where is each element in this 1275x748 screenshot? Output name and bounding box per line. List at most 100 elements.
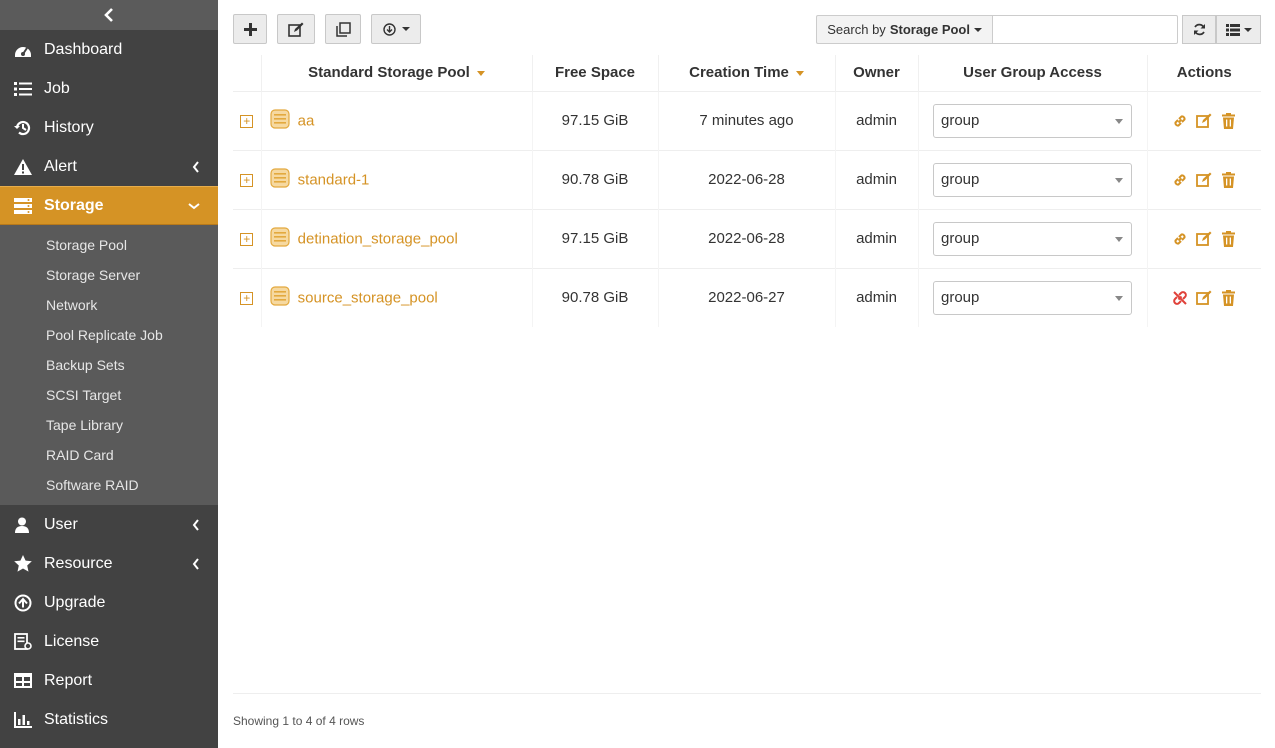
pool-name-cell: aa — [260, 91, 532, 150]
chevron-left-icon — [192, 518, 200, 531]
pool-name-link[interactable]: detination_storage_pool — [298, 230, 458, 247]
plus-icon — [243, 22, 257, 36]
sidebar-item-alert[interactable]: Alert — [0, 147, 218, 186]
submenu-item-backup-sets[interactable]: Backup Sets — [0, 350, 218, 380]
expand-cell: + — [233, 268, 261, 327]
owner-cell: admin — [834, 268, 918, 327]
pool-name-link[interactable]: standard-1 — [298, 171, 370, 188]
sidebar-item-user[interactable]: User — [0, 505, 218, 544]
edit-icon[interactable] — [1195, 289, 1213, 307]
header-expand — [233, 55, 261, 91]
sort-caret-icon — [795, 70, 804, 76]
search-input[interactable] — [992, 15, 1178, 44]
creation-time-cell: 2022-06-28 — [657, 150, 835, 209]
sidebar-item-dashboard[interactable]: Dashboard — [0, 30, 218, 69]
sidebar-item-label: Resource — [44, 554, 113, 572]
group-access-select[interactable]: group — [933, 103, 1132, 138]
trash-icon[interactable] — [1219, 171, 1237, 189]
sidebar-item-statistics[interactable]: Statistics — [0, 700, 218, 739]
header-owner[interactable]: Owner — [834, 55, 918, 91]
submenu-item-scsi-target[interactable]: SCSI Target — [0, 380, 218, 410]
header-label: Standard Storage Pool — [308, 64, 470, 82]
header-user-group-access[interactable]: User Group Access — [917, 55, 1147, 91]
header-creation-time[interactable]: Creation Time — [657, 55, 835, 91]
unlink-icon[interactable] — [1171, 289, 1189, 307]
group-access-select[interactable]: group — [933, 221, 1132, 256]
refresh-button[interactable] — [1182, 15, 1216, 44]
search-by-dropdown[interactable]: Search by Storage Pool — [816, 15, 992, 44]
dashboard-icon — [14, 42, 44, 58]
submenu-item-pool-replicate-job[interactable]: Pool Replicate Job — [0, 320, 218, 350]
sidebar-item-label: Upgrade — [44, 593, 106, 611]
header-label: Creation Time — [689, 64, 789, 82]
pool-name-link[interactable]: source_storage_pool — [298, 289, 438, 306]
sidebar-item-history[interactable]: History — [0, 108, 218, 147]
copy-button[interactable] — [325, 14, 361, 44]
sidebar-item-upgrade[interactable]: Upgrade — [0, 583, 218, 622]
star-icon — [14, 555, 44, 572]
sidebar-item-label: Storage — [44, 196, 104, 214]
sidebar-item-storage[interactable]: Storage — [0, 186, 218, 225]
alert-icon — [14, 158, 44, 175]
sidebar-item-job[interactable]: Job — [0, 69, 218, 108]
trash-icon[interactable] — [1219, 230, 1237, 248]
group-access-select[interactable]: group — [933, 280, 1132, 315]
download-circle-icon — [382, 22, 396, 36]
caret-down-icon — [401, 27, 410, 31]
search-by-prefix: Search by — [827, 22, 886, 37]
expand-row-icon[interactable]: + — [240, 114, 254, 128]
edit-icon[interactable] — [1195, 230, 1213, 248]
table-row: + source_storage_pool 90.78 GiB 2022-06-… — [233, 268, 1261, 327]
edit-button[interactable] — [277, 14, 315, 44]
sidebar-item-label: User — [44, 515, 78, 533]
owner-cell: admin — [834, 209, 918, 268]
sidebar-item-report[interactable]: Report — [0, 661, 218, 700]
storage-icon — [14, 197, 44, 214]
search-group: Search by Storage Pool — [816, 15, 1178, 44]
table-footer-divider — [233, 693, 1261, 694]
sidebar-item-label: Report — [44, 671, 93, 689]
submenu-item-network[interactable]: Network — [0, 290, 218, 320]
statistics-icon — [14, 711, 44, 728]
more-actions-dropdown[interactable] — [371, 14, 421, 44]
sidebar-item-label: History — [44, 118, 94, 136]
caret-down-icon — [1243, 27, 1252, 32]
group-access-select[interactable]: group — [933, 162, 1132, 197]
submenu-item-storage-server[interactable]: Storage Server — [0, 260, 218, 290]
link-icon[interactable] — [1171, 171, 1189, 189]
copy-icon — [335, 21, 351, 37]
expand-row-icon[interactable]: + — [240, 173, 254, 187]
columns-toggle-button[interactable] — [1216, 15, 1261, 44]
pool-name-link[interactable]: aa — [298, 112, 315, 129]
submenu-item-storage-pool[interactable]: Storage Pool — [0, 230, 218, 260]
upgrade-icon — [14, 594, 44, 612]
sidebar-item-label: Job — [44, 79, 70, 97]
submenu-item-tape-library[interactable]: Tape Library — [0, 410, 218, 440]
submenu-item-raid-card[interactable]: RAID Card — [0, 440, 218, 470]
submenu-item-software-raid[interactable]: Software RAID — [0, 470, 218, 500]
trash-icon[interactable] — [1219, 289, 1237, 307]
header-standard-storage-pool[interactable]: Standard Storage Pool — [260, 55, 532, 91]
header-free-space[interactable]: Free Space — [531, 55, 658, 91]
storage-pool-icon — [269, 167, 290, 192]
license-icon — [14, 632, 44, 651]
owner-cell: admin — [834, 150, 918, 209]
expand-row-icon[interactable]: + — [240, 291, 254, 305]
sidebar-item-license[interactable]: License — [0, 622, 218, 661]
pagination-info: Showing 1 to 4 of 4 rows — [233, 714, 365, 728]
sidebar-collapse-button[interactable] — [0, 0, 218, 30]
link-icon[interactable] — [1171, 230, 1189, 248]
link-icon[interactable] — [1171, 112, 1189, 130]
trash-icon[interactable] — [1219, 112, 1237, 130]
search-by-field: Storage Pool — [889, 22, 970, 37]
sidebar-item-label: Statistics — [44, 710, 109, 728]
refresh-icon — [1193, 23, 1205, 36]
expand-row-icon[interactable]: + — [240, 232, 254, 246]
add-button[interactable] — [233, 14, 267, 44]
table-row: + standard-1 90.78 GiB 2022-06-28 admin … — [233, 150, 1261, 209]
free-space-cell: 97.15 GiB — [531, 91, 658, 150]
group-access-cell: group — [917, 209, 1147, 268]
edit-icon[interactable] — [1195, 171, 1213, 189]
edit-icon[interactable] — [1195, 112, 1213, 130]
sidebar-item-resource[interactable]: Resource — [0, 544, 218, 583]
